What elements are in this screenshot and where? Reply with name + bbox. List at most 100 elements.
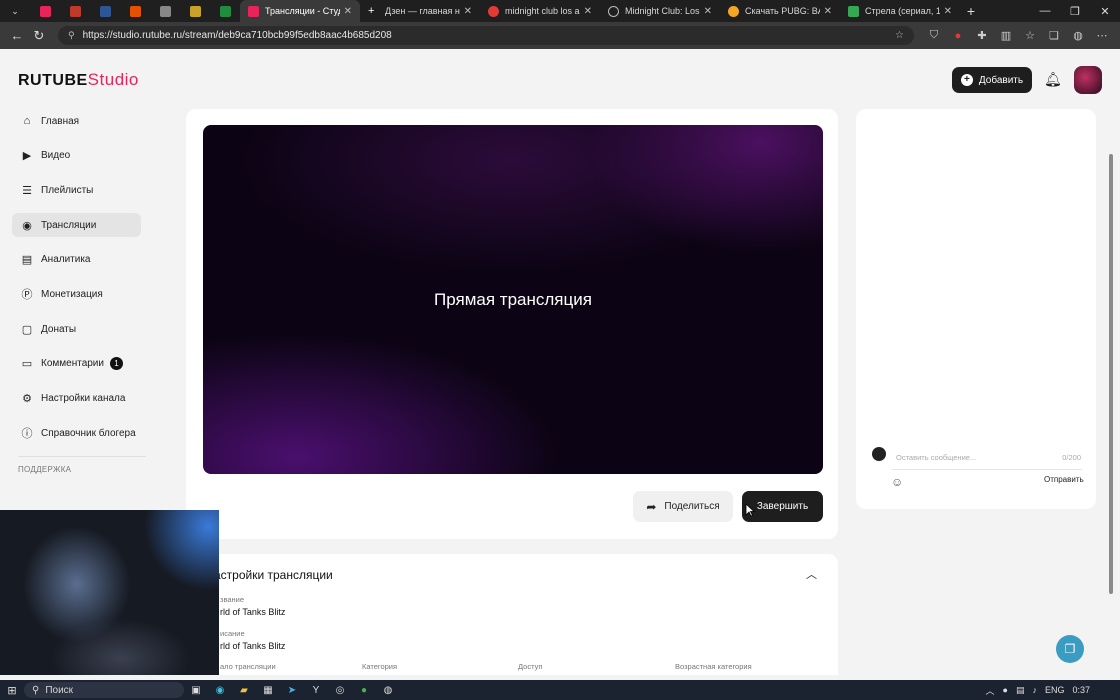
rutube-favicon-icon <box>248 5 259 17</box>
task-view-icon[interactable]: ▣ <box>184 685 208 696</box>
pinned-tab-5[interactable] <box>150 0 180 22</box>
obs-app-icon[interactable]: ● <box>352 685 376 696</box>
extensions-icon[interactable]: ✚ <box>970 29 994 42</box>
windows-start-icon[interactable]: ⊞ <box>0 684 24 697</box>
favorites-icon[interactable]: ☆ <box>1018 29 1042 42</box>
tab-streams[interactable]: Трансляции - Студия ✕ <box>240 0 360 22</box>
tab-menu-button[interactable]: ⌄ <box>0 0 30 22</box>
network-icon[interactable]: ▤ <box>1016 685 1025 696</box>
player-title: Прямая трансляция <box>434 289 592 309</box>
rutube-studio-logo[interactable]: RUTUBEStudio <box>18 70 139 90</box>
shield-extension-icon[interactable]: ⛉ <box>922 29 946 42</box>
adblock-extension-icon[interactable]: ● <box>946 30 970 42</box>
pinned-tab-2[interactable] <box>60 0 90 22</box>
restore-icon[interactable]: ❐ <box>1060 5 1090 18</box>
reload-icon[interactable]: ↻ <box>28 28 50 44</box>
mouse-cursor-icon <box>745 503 755 517</box>
page-scrollbar[interactable] <box>1108 109 1114 675</box>
chat-message-input[interactable]: Оставить сообщение... 0/200 <box>896 453 1081 462</box>
sidebar-item-analytics[interactable]: ▤ Аналитика <box>12 248 141 272</box>
pinned-tab-7[interactable] <box>210 0 240 22</box>
url-field[interactable]: ⚲ https://studio.rutube.ru/stream/deb9ca… <box>58 26 914 45</box>
sidebar-item-settings[interactable]: ⚙ Настройки канала <box>12 387 141 411</box>
chevron-up-icon[interactable]: ︿ <box>806 566 817 582</box>
yandex-favicon-icon <box>488 5 499 17</box>
sidebar-item-comments[interactable]: ▭ Комментарии 1 <box>12 352 141 376</box>
avatar[interactable] <box>1074 66 1102 94</box>
logo-sub: Studio <box>87 70 139 89</box>
sidebar-item-playlist[interactable]: ☰ Плейлисты <box>12 178 141 202</box>
pinned-tab-1[interactable] <box>30 0 60 22</box>
close-icon[interactable]: ✕ <box>464 6 472 17</box>
bell-icon[interactable]: 🔔︎ <box>1044 71 1062 88</box>
sidebar-item-label: Главная <box>41 115 80 127</box>
volume-icon[interactable]: ♪ <box>1032 685 1037 695</box>
sidebar-item-home[interactable]: ⌂ Главная <box>12 109 141 133</box>
comments-icon: ▭ <box>21 358 33 371</box>
close-window-icon[interactable]: ✕ <box>1090 5 1120 18</box>
sidebar-item-donate[interactable]: ▢ Донаты <box>12 317 141 341</box>
site-info-icon[interactable]: ⚲ <box>68 30 75 41</box>
language-indicator[interactable]: ENG <box>1045 685 1065 695</box>
comments-count-badge: 1 <box>109 357 123 371</box>
scroll-thumb[interactable] <box>1109 154 1113 594</box>
tray-chevron-icon[interactable]: ︿ <box>985 684 994 697</box>
split-screen-icon[interactable]: ▥ <box>994 29 1018 42</box>
profile-avatar-icon[interactable]: ◍ <box>1066 29 1090 42</box>
edge-app-icon[interactable]: ◉ <box>208 685 232 696</box>
explorer-app-icon[interactable]: ▰ <box>232 685 256 696</box>
pinned-tab-3[interactable] <box>90 0 120 22</box>
minimize-icon[interactable]: — <box>1030 5 1060 18</box>
pinned-tab-4[interactable] <box>120 0 150 22</box>
collections-icon[interactable]: ❏ <box>1042 29 1066 42</box>
sidebar-item-info[interactable]: ⓘ Справочник блогера <box>12 421 141 445</box>
close-icon[interactable]: ✕ <box>344 6 352 17</box>
emoji-icon[interactable]: ☺ <box>891 475 903 489</box>
new-tab-button[interactable]: + <box>960 3 982 19</box>
tab-strela[interactable]: Стрела (сериал, 1,2,3 ✕ <box>840 0 960 22</box>
yandex-app-icon[interactable]: Y <box>304 685 328 696</box>
url-text: https://studio.rutube.ru/stream/deb9ca71… <box>82 30 392 41</box>
bookmark-star-icon[interactable]: ☆ <box>895 30 904 41</box>
video-player[interactable]: Прямая трансляция <box>203 125 823 474</box>
close-icon[interactable]: ✕ <box>704 6 712 17</box>
home-icon: ⌂ <box>23 115 31 127</box>
chat-input-underline <box>892 469 1082 470</box>
sidebar-item-label: Трансляции <box>41 219 97 231</box>
close-icon[interactable]: ✕ <box>824 6 832 17</box>
stream-card: Прямая трансляция ➦ Поделиться Завершить <box>186 109 838 539</box>
field-label-start: ало трансляции <box>220 662 276 671</box>
sidebar-item-video[interactable]: ▶ Видео <box>12 144 141 168</box>
tab-midnight-search[interactable]: midnight club los ange ✕ <box>480 0 600 22</box>
send-button[interactable]: Отправить <box>1044 475 1084 484</box>
chat-placeholder: Оставить сообщение... <box>896 453 977 462</box>
tab-midnight-club[interactable]: Midnight Club: Los An ✕ <box>600 0 720 22</box>
back-icon[interactable]: ← <box>6 28 28 43</box>
close-icon[interactable]: ✕ <box>944 6 952 17</box>
sidebar-item-broadcast[interactable]: ◉ Трансляции <box>12 213 141 238</box>
store-app-icon[interactable]: ▦ <box>256 685 280 696</box>
close-icon[interactable]: ✕ <box>584 6 592 17</box>
system-tray: ︿ ● ▤ ♪ ENG 0:37 <box>985 684 1120 697</box>
more-icon[interactable]: ⋯ <box>1090 29 1114 42</box>
fire-favicon-icon <box>129 5 141 17</box>
settings-app-icon[interactable]: ◍ <box>376 685 400 696</box>
mic-icon[interactable]: ● <box>1003 685 1008 695</box>
clock[interactable]: 0:37 <box>1072 685 1090 695</box>
steam-app-icon[interactable]: ◎ <box>328 685 352 696</box>
add-button[interactable]: + Добавить <box>952 67 1032 93</box>
field-value-name[interactable]: rld of Tanks Blitz <box>220 607 285 617</box>
support-section-label: ПОДДЕРЖКА <box>18 464 72 474</box>
analytics-icon: ▤ <box>21 254 33 267</box>
share-button[interactable]: ➦ Поделиться <box>633 491 733 522</box>
help-chat-button[interactable]: ❐ <box>1056 635 1084 663</box>
monetization-icon: Ⓟ <box>21 289 33 302</box>
chat-avatar <box>872 447 886 461</box>
pinned-tab-6[interactable] <box>180 0 210 22</box>
sidebar-item-monetization[interactable]: Ⓟ Монетизация <box>12 282 141 306</box>
taskbar-search[interactable]: ⚲ Поиск <box>24 682 184 698</box>
telegram-app-icon[interactable]: ➤ <box>280 685 304 696</box>
tab-dzen[interactable]: + Дзен — главная новос ✕ <box>360 0 480 22</box>
tab-pubg[interactable]: Скачать PUBG: BATTLE ✕ <box>720 0 840 22</box>
field-value-description[interactable]: rld of Tanks Blitz <box>220 641 285 651</box>
